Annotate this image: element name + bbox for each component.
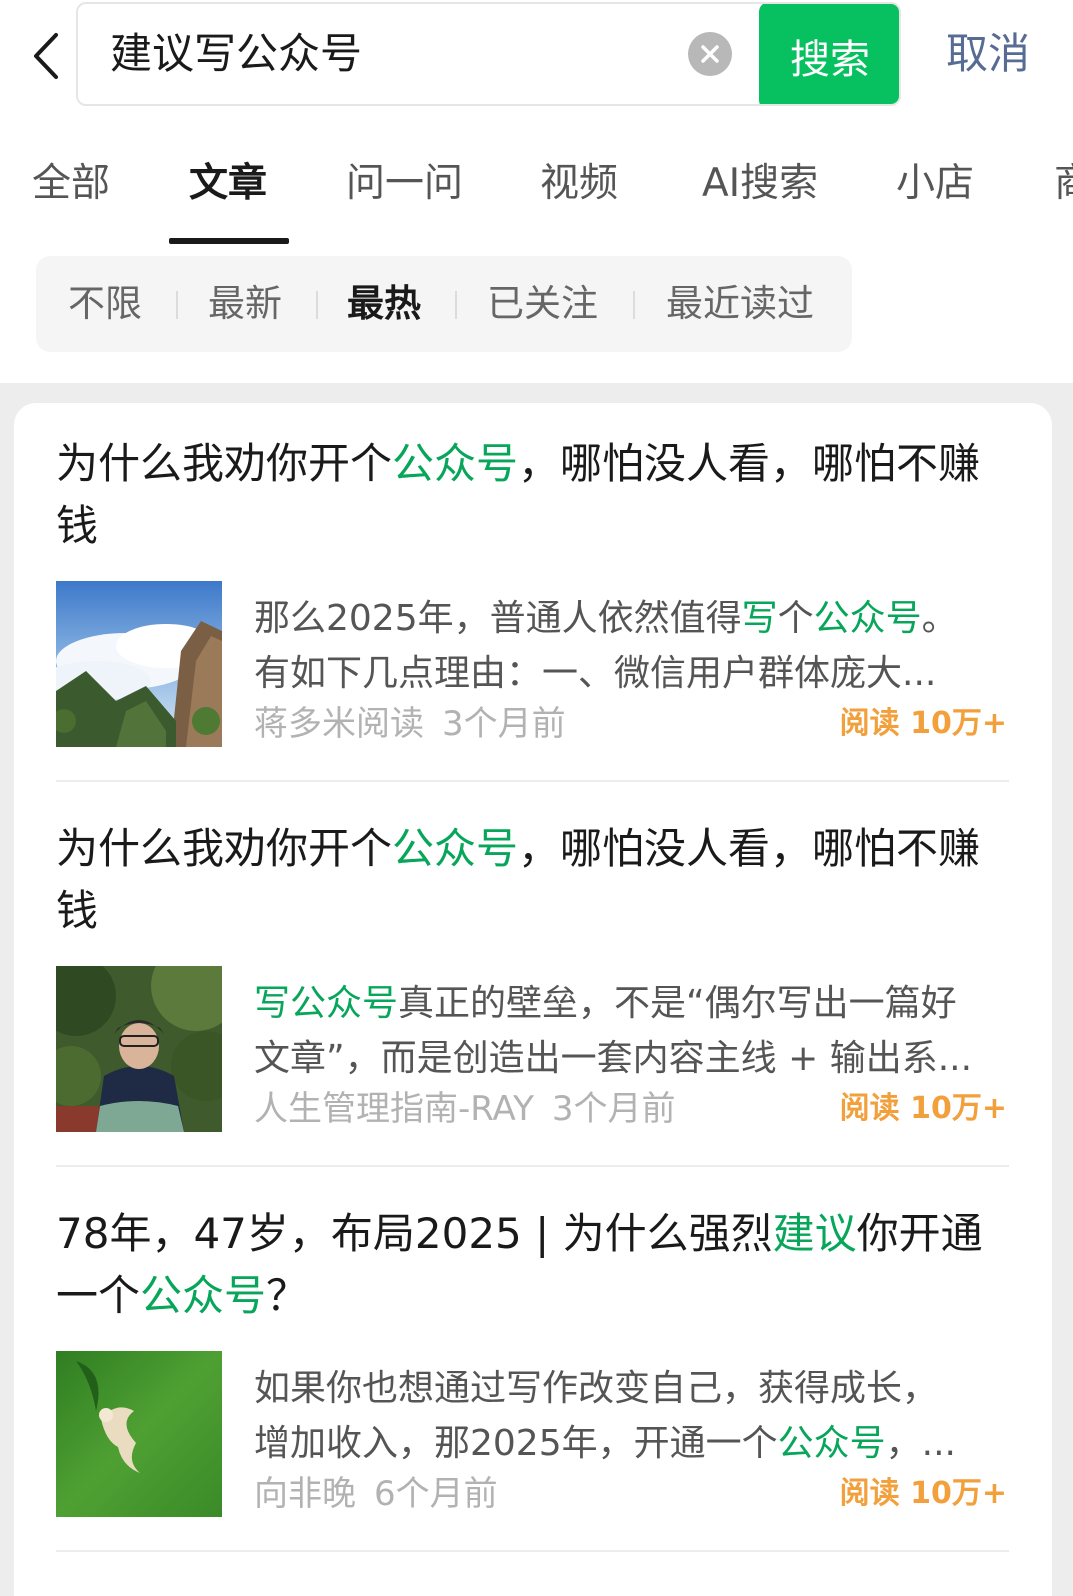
filter-recently-read[interactable]: 最近读过	[666, 274, 814, 334]
text-segment: 为什么我劝你开个	[56, 439, 393, 488]
filter-any[interactable]: 不限	[68, 274, 142, 334]
divider	[56, 780, 1009, 782]
tab-ai-search[interactable]: AI搜索	[702, 154, 818, 214]
text-segment: 为什么我劝你开个	[56, 824, 393, 873]
text-segment: ？	[266, 1271, 309, 1320]
text-segment: 有如下几点理由：一、微信用户群体庞大...	[254, 653, 937, 694]
result-snippet: 如果你也想通过写作改变自己，获得成长， 增加收入，那2025年，开通一个公众号，…	[254, 1361, 1004, 1471]
result-snippet: 写公众号真正的壁垒，不是“偶尔写出一篇好 文章”，而是创造出一套内容主线 + 输…	[254, 976, 1004, 1086]
chevron-left-icon	[34, 33, 58, 79]
tab-ask[interactable]: 问一问	[346, 154, 463, 214]
keyword-highlight: 公众号	[813, 598, 922, 639]
text-segment: 那么2025年，普通人依然值得	[254, 598, 742, 639]
filter-divider	[633, 291, 635, 319]
read-count: 阅读 10万+	[839, 1476, 1007, 1511]
text-segment: 。	[921, 598, 958, 639]
result-source: 向非晚 6个月前	[254, 1471, 498, 1517]
result-title: 为什么我劝你开个公众号，哪怕没人看，哪怕不赚钱	[56, 818, 996, 942]
result-source: 人生管理指南-RAY 3个月前	[254, 1086, 676, 1132]
divider	[56, 1550, 1009, 1552]
grass-figure-image	[56, 1351, 222, 1517]
keyword-highlight: 建议	[772, 1209, 857, 1258]
result-title: 78年，47岁，布局2025 | 为什么强烈建议你开通一个公众号？	[56, 1203, 996, 1327]
cancel-button[interactable]: 取消	[946, 24, 1030, 84]
keyword-highlight: 公众号	[140, 1271, 267, 1320]
filter-divider	[455, 291, 457, 319]
person-portrait-image	[56, 966, 222, 1132]
keyword-highlight: 写	[741, 598, 778, 639]
publish-time: 3个月前	[442, 704, 566, 744]
tab-shop[interactable]: 小店	[896, 154, 974, 214]
read-count: 阅读 10万+	[839, 1091, 1007, 1126]
result-source: 蒋多米阅读 3个月前	[254, 701, 566, 747]
text-segment: 个	[777, 598, 814, 639]
clear-button[interactable]	[688, 32, 732, 76]
result-card[interactable]: 78年，47岁，布局2025 | 为什么强烈建议你开通一个公众号？ 如果你也想通…	[56, 1203, 1009, 1543]
mountain-clouds-image	[56, 581, 222, 747]
result-card[interactable]: 为什么我劝你开个公众号，哪怕没人看，哪怕不赚钱 那么2025年，普通人依然值得写…	[56, 433, 1009, 773]
results-list: 为什么我劝你开个公众号，哪怕没人看，哪怕不赚钱 那么2025年，普通人依然值得写…	[14, 403, 1052, 1596]
active-tab-indicator	[169, 238, 289, 244]
author-name[interactable]: 向非晚	[254, 1474, 356, 1514]
author-name[interactable]: 蒋多米阅读	[254, 704, 424, 744]
text-segment: 如果你也想通过写作改变自己，获得成长，	[254, 1368, 939, 1409]
read-count: 阅读 10万+	[839, 706, 1007, 741]
tab-business[interactable]: 商	[1054, 154, 1073, 214]
keyword-highlight: 公众号	[392, 824, 519, 873]
filter-bar: 不限 最新 最热 已关注 最近读过	[36, 256, 852, 352]
text-segment: 真正的壁垒，不是“偶尔写出一篇好	[398, 983, 957, 1024]
filter-newest[interactable]: 最新	[208, 274, 282, 334]
divider	[56, 1165, 1009, 1167]
author-name[interactable]: 人生管理指南-RAY	[254, 1089, 534, 1129]
tab-video[interactable]: 视频	[540, 154, 618, 214]
result-card[interactable]: 为什么我劝你开个公众号，哪怕没人看，哪怕不赚钱 写公众号真正的壁垒，不是“偶尔写…	[56, 818, 1009, 1158]
header-panel: 搜索 取消 全部 文章 问一问 视频 AI搜索 小店 商 不限 最新 最热 已关…	[0, 0, 1073, 383]
keyword-highlight: 公众号	[777, 1423, 886, 1464]
keyword-highlight: 写公众号	[254, 983, 399, 1024]
result-snippet: 那么2025年，普通人依然值得写个公众号。 有如下几点理由：一、微信用户群体庞大…	[254, 591, 1004, 701]
close-icon	[701, 45, 719, 63]
search-input[interactable]	[110, 4, 670, 104]
tab-all[interactable]: 全部	[32, 154, 110, 214]
result-title: 为什么我劝你开个公众号，哪怕没人看，哪怕不赚钱	[56, 433, 996, 557]
search-box: 搜索	[76, 2, 901, 106]
text-segment: 增加收入，那2025年，开通一个	[254, 1423, 778, 1464]
publish-time: 6个月前	[374, 1474, 498, 1514]
filter-divider	[316, 291, 318, 319]
category-tabs: 全部 文章 问一问 视频 AI搜索 小店 商	[0, 146, 1073, 246]
filter-hottest[interactable]: 最热	[347, 274, 421, 334]
text-segment: 78年，47岁，布局2025 | 为什么强烈	[56, 1209, 773, 1258]
back-button[interactable]	[24, 28, 68, 84]
tab-articles[interactable]: 文章	[189, 154, 267, 214]
publish-time: 3个月前	[551, 1089, 676, 1129]
search-button[interactable]: 搜索	[759, 4, 899, 104]
keyword-highlight: 公众号	[392, 439, 519, 488]
filter-divider	[176, 291, 178, 319]
text-segment: 文章”，而是创造出一套内容主线 + 输出系...	[254, 1038, 973, 1079]
text-segment: ，...	[885, 1423, 956, 1464]
filter-followed[interactable]: 已关注	[487, 274, 598, 334]
